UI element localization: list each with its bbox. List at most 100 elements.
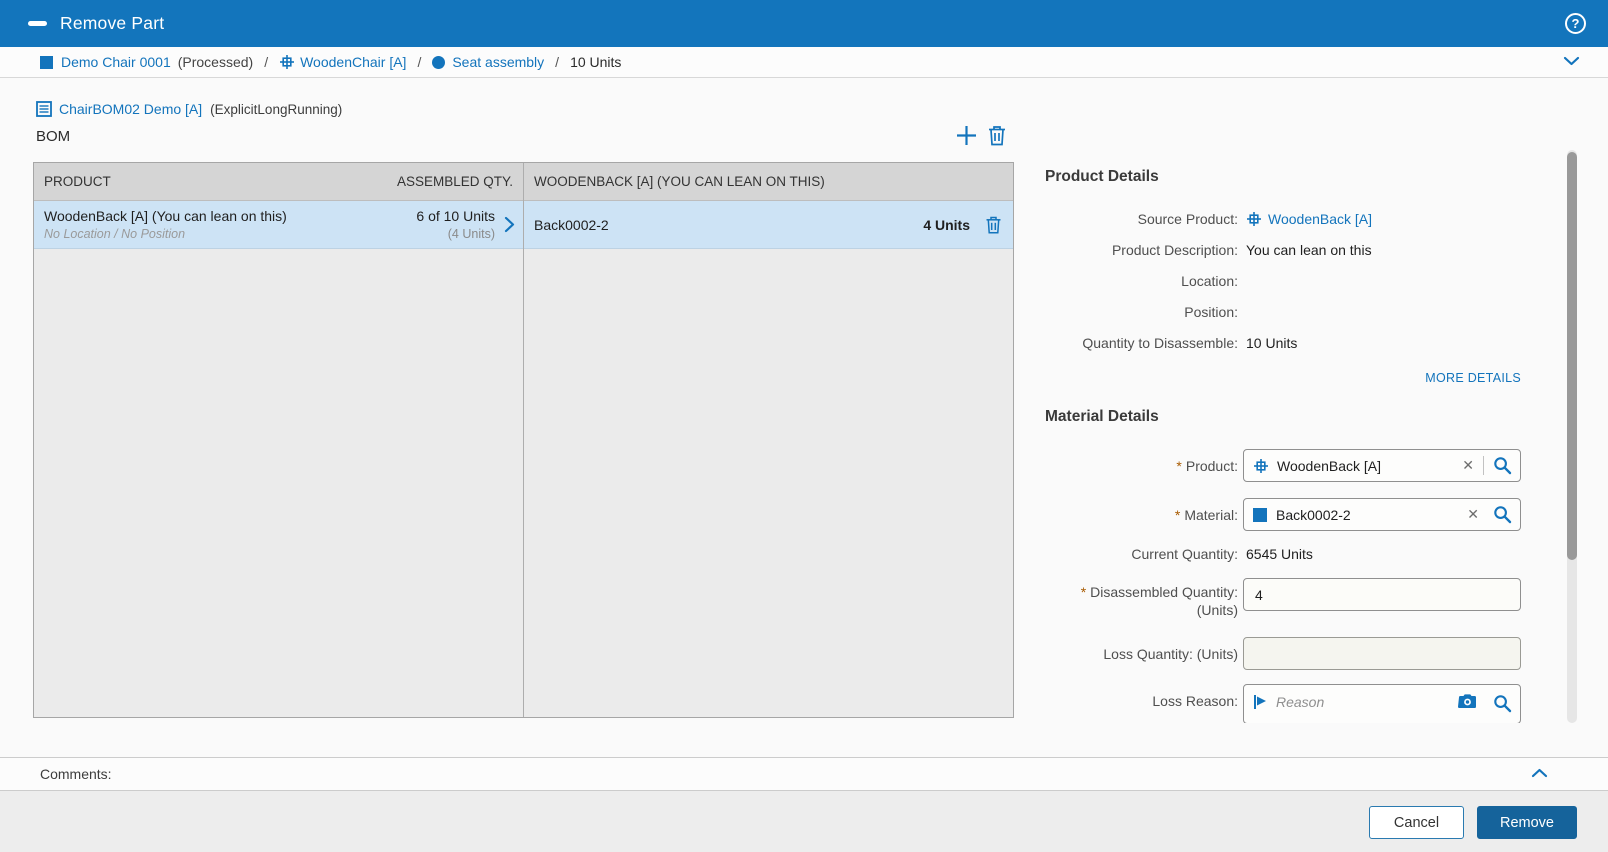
bom-materials-panel: WOODENBACK [A] (YOU CAN LEAN ON THIS) Ba… [524,163,1013,717]
material-field-value: Back0002-2 [1276,506,1351,523]
required-asterisk: * [1176,458,1182,474]
add-icon[interactable] [954,123,979,148]
chevron-down-icon[interactable] [1563,55,1580,67]
detail-row-position: Position: [1045,304,1521,324]
bom-icon [36,101,52,117]
bom-definition-type: (ExplicitLongRunning) [210,101,343,117]
camera-icon[interactable] [1457,694,1477,709]
delete-icon[interactable] [988,125,1006,146]
field-value: 10 Units [1246,335,1298,351]
field-value: WoodenBack [A] [1246,211,1372,227]
comments-bar[interactable]: Comments: [0,757,1608,791]
breadcrumb-quantity: 10 Units [570,54,622,70]
field-label: Current Quantity: [1131,546,1238,562]
clear-icon[interactable]: ✕ [1458,457,1478,474]
disassembled-qty-field [1243,578,1521,611]
field-label: Location: [1181,273,1238,289]
product-cell: WoodenBack [A] (You can lean on this) No… [44,207,287,242]
breadcrumb-separator: / [417,54,422,70]
bom-table: PRODUCT ASSEMBLED QTY. WoodenBack [A] (Y… [33,162,1014,718]
breadcrumb-separator: / [555,54,560,70]
bom-definition-row: ChairBOM02 Demo [A] (ExplicitLongRunning… [36,101,342,117]
loss-qty-input[interactable] [1253,644,1512,663]
material-field-label: * Material: [1174,507,1238,523]
loss-qty-label: Loss Quantity: (Units) [1103,646,1238,662]
breadcrumb-order-link[interactable]: Demo Chair 0001 [61,54,171,70]
page-title: Remove Part [60,13,165,33]
disassembled-qty-label: * Disassembled Quantity: [1080,584,1238,600]
loss-reason-label: Loss Reason: [1152,693,1238,709]
source-product-link[interactable]: WoodenBack [A] [1268,211,1372,227]
field-label: Source Product: [1137,211,1238,227]
details-panel: Product Details Source Product: WoodenBa… [1045,150,1521,723]
loss-reason-placeholder: Reason [1276,694,1325,710]
comments-label: Comments: [40,766,112,782]
product-icon [1253,458,1269,474]
assembled-qty: 6 of 10 Units [416,208,495,224]
bom-section-title: BOM [36,128,71,145]
breadcrumb-separator: / [264,54,269,70]
field-value: 6545 Units [1246,546,1313,562]
more-details-link[interactable]: MORE DETAILS [1425,371,1521,385]
bom-definition-link[interactable]: ChairBOM02 Demo [A] [59,101,202,117]
assembled-qty-cell: 6 of 10 Units (4 Units) [416,207,495,242]
bom-product-row[interactable]: WoodenBack [A] (You can lean on this) No… [34,201,523,249]
chevron-right-icon[interactable] [504,216,515,233]
product-details-title: Product Details [1045,168,1159,185]
required-asterisk: * [1080,584,1087,600]
order-icon [40,55,53,69]
remove-button[interactable]: Remove [1477,806,1577,839]
assembled-qty-sub: (4 Units) [447,227,495,241]
material-combo-field[interactable]: Back0002-2 ✕ [1243,498,1521,531]
product-name: WoodenBack [A] (You can lean on this) [44,208,287,224]
clear-icon[interactable]: ✕ [1463,506,1483,523]
flag-icon [1253,694,1268,710]
app-header: Remove Part ? [0,0,1608,47]
search-icon[interactable] [1493,505,1512,524]
material-qty: 4 Units [923,216,970,233]
bom-products-panel: PRODUCT ASSEMBLED QTY. WoodenBack [A] (Y… [34,163,524,717]
field-value: You can lean on this [1246,242,1372,258]
material-icon [1253,507,1267,522]
footer-bar: Cancel Remove [0,791,1608,852]
column-product: PRODUCT [44,174,111,189]
product-combo-field[interactable]: WoodenBack [A] ✕ [1243,449,1521,482]
detail-row-description: Product Description: You can lean on thi… [1045,242,1521,262]
material-name: Back0002-2 [534,216,609,233]
product-icon [1246,211,1262,227]
search-icon[interactable] [1493,694,1512,713]
scrollbar-thumb[interactable] [1567,152,1577,560]
breadcrumb-product-link[interactable]: WoodenChair [A] [300,54,406,70]
field-label: Position: [1184,304,1238,320]
cancel-button[interactable]: Cancel [1369,806,1464,839]
breadcrumb: Demo Chair 0001 (Processed) / WoodenChai… [0,47,1608,78]
chevron-up-icon[interactable] [1531,767,1548,779]
detail-row-location: Location: [1045,273,1521,293]
product-location: No Location / No Position [44,227,186,241]
bom-table-header: PRODUCT ASSEMBLED QTY. [34,163,523,201]
materials-panel-header: WOODENBACK [A] (YOU CAN LEAN ON THIS) [524,163,1013,201]
detail-row-current-qty: Current Quantity: 6545 Units [1045,546,1521,566]
search-icon[interactable] [1493,456,1512,475]
divider [1483,456,1484,475]
remove-part-icon [28,21,47,26]
detail-row-source-product: Source Product: WoodenBack [A] [1045,211,1521,231]
materials-panel-title: WOODENBACK [A] (YOU CAN LEAN ON THIS) [534,174,825,189]
breadcrumb-operation-link[interactable]: Seat assembly [452,54,544,70]
material-details-title: Material Details [1045,408,1159,425]
product-field-label: * Product: [1176,458,1238,474]
required-asterisk: * [1174,507,1181,523]
disassembled-qty-label-units: (Units) [1196,602,1238,618]
help-icon[interactable]: ? [1565,13,1586,34]
trash-icon[interactable] [986,216,1001,234]
loss-qty-field [1243,637,1521,670]
order-status: (Processed) [177,54,254,70]
loss-reason-field[interactable]: Reason [1243,684,1521,723]
material-row[interactable]: Back0002-2 4 Units [524,201,1013,249]
product-icon [279,54,295,70]
field-label: Product Description: [1111,242,1238,258]
product-field-value: WoodenBack [A] [1277,457,1382,474]
field-label: Quantity to Disassemble: [1082,335,1238,351]
disassembled-qty-input[interactable] [1253,585,1512,604]
column-assembled-qty: ASSEMBLED QTY. [396,174,513,189]
